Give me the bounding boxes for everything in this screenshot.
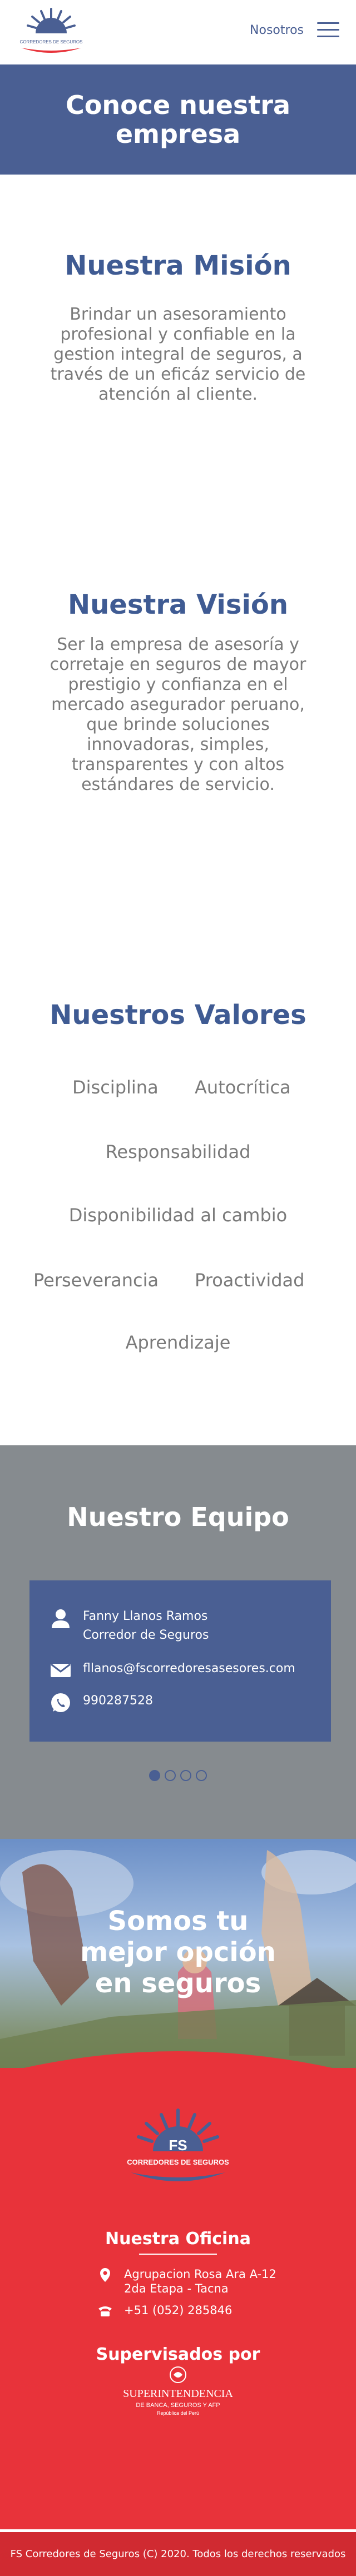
- copyright-bar: FS Corredores de Seguros (C) 2020. Todos…: [0, 2532, 356, 2576]
- team-member-card: Fanny Llanos Ramos Corredor de Seguros f…: [29, 1580, 331, 1742]
- sbs-logo[interactable]: SUPERINTENDENCIA DE BANCA, SEGUROS Y AFP…: [111, 2363, 245, 2418]
- whatsapp-icon: [51, 1693, 70, 1712]
- carousel-dots: [0, 1770, 356, 1781]
- address-row: Agrupacion Rosa Ara A-12 2da Etapa - Tac…: [97, 2267, 276, 2296]
- footer-logo[interactable]: FS CORREDORES DE SEGUROS: [114, 2107, 242, 2201]
- svg-text:República del Perú: República del Perú: [157, 2410, 199, 2416]
- supervised-title: Supervisados por: [96, 2345, 260, 2364]
- telephone-icon: [98, 2306, 112, 2316]
- svg-text:SUPERINTENDENCIA: SUPERINTENDENCIA: [123, 2388, 233, 2400]
- mission-title: Nuestra Misión: [65, 250, 291, 281]
- office-title: Nuestra Oficina: [105, 2229, 251, 2249]
- vision-title: Nuestra Visión: [67, 589, 289, 620]
- mission-text: Brindar un asesoramiento profesional y c…: [50, 305, 306, 404]
- carousel-dot[interactable]: [165, 1770, 176, 1781]
- banner-title-text: Somos tu mejor opción en seguros: [80, 1906, 276, 1999]
- value-item: Responsabilidad: [105, 1141, 251, 1162]
- user-icon: [52, 1609, 70, 1628]
- svg-text:DE BANCA, SEGUROS Y AFP: DE BANCA, SEGUROS Y AFP: [136, 2402, 220, 2409]
- team-title: Nuestro Equipo: [67, 1502, 289, 1532]
- hero-banner: Conoce nuestra empresa: [0, 64, 356, 175]
- header: CORREDORES DE SEGUROS Nosotros: [0, 0, 356, 64]
- address-line-2: 2da Etapa - Tacna: [124, 2282, 229, 2295]
- page-title: Conoce nuestra empresa: [66, 90, 290, 149]
- value-item: Proactividad: [195, 1270, 305, 1291]
- svg-text:FS: FS: [169, 2137, 187, 2154]
- value-item: Autocrítica: [195, 1077, 291, 1098]
- value-item: Perseverancia: [33, 1270, 159, 1291]
- svg-text:CORREDORES DE SEGUROS: CORREDORES DE SEGUROS: [20, 39, 83, 44]
- values-title: Nuestros Valores: [50, 999, 306, 1031]
- value-item: Disponibilidad al cambio: [68, 1205, 288, 1226]
- member-phone[interactable]: 990287528: [83, 1692, 153, 1710]
- copyright-text: FS Corredores de Seguros (C) 2020. Todos…: [10, 2548, 346, 2560]
- office-divider: [139, 2254, 217, 2255]
- address-line-1: Agrupacion Rosa Ara A-12: [124, 2267, 276, 2281]
- banner-title: Somos tu mejor opción en seguros: [0, 1906, 356, 1999]
- carousel-dot[interactable]: [196, 1770, 207, 1781]
- member-name: Fanny Llanos Ramos: [83, 1609, 208, 1623]
- member-email[interactable]: fllanos@fscorredoresasesores.com: [83, 1659, 295, 1678]
- company-logo[interactable]: CORREDORES DE SEGUROS: [17, 7, 86, 58]
- phone-row: +51 (052) 285846: [97, 2303, 232, 2319]
- carousel-dot[interactable]: [149, 1770, 160, 1781]
- menu-hamburger-icon[interactable]: [317, 22, 339, 38]
- carousel-dot[interactable]: [180, 1770, 191, 1781]
- nav-link-nosotros[interactable]: Nosotros: [250, 23, 304, 37]
- vision-text: Ser la empresa de asesoría y corretaje e…: [50, 635, 306, 794]
- location-pin-icon: [100, 2268, 110, 2282]
- value-item: Aprendizaje: [125, 1332, 231, 1353]
- envelope-icon: [51, 1663, 71, 1677]
- office-phone[interactable]: +51 (052) 285846: [124, 2303, 232, 2318]
- member-role: Corredor de Seguros: [83, 1628, 209, 1642]
- svg-text:CORREDORES DE SEGUROS: CORREDORES DE SEGUROS: [127, 2158, 229, 2166]
- value-item: Disciplina: [72, 1077, 159, 1098]
